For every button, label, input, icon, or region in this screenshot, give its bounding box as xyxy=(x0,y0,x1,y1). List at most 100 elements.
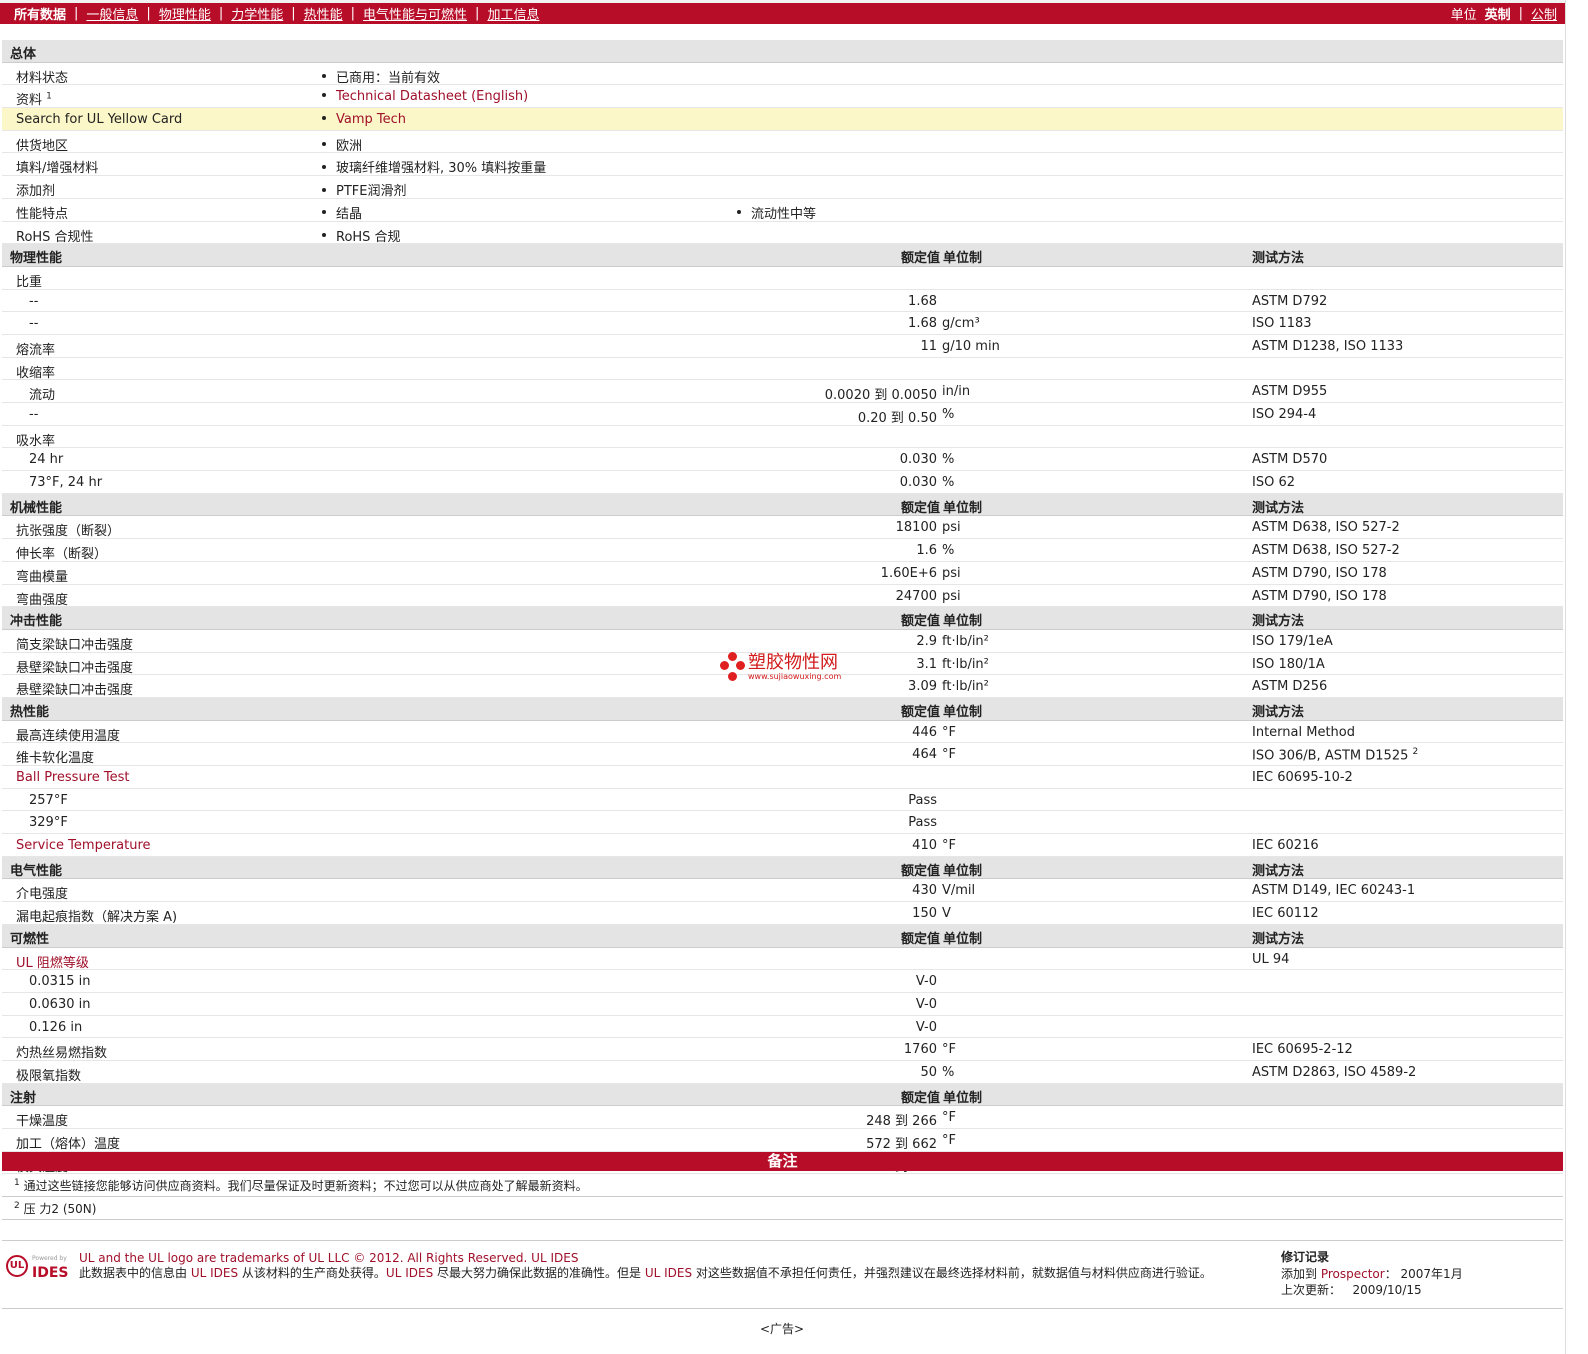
property-unit: °F xyxy=(942,747,956,763)
section-header: 注射 额定值 单位制 xyxy=(2,1083,1563,1107)
test-method: ISO 179/1eA xyxy=(1252,634,1333,649)
bullet-icon xyxy=(322,233,326,237)
value-link[interactable]: Vamp Tech xyxy=(336,112,406,127)
property-link[interactable]: Service Temperature xyxy=(16,838,151,853)
method-column-header: 测试方法 xyxy=(1252,251,1305,267)
property-label: 漏电起痕指数（解决方案 A) xyxy=(16,910,178,926)
test-method: ASTM D570 xyxy=(1252,452,1327,467)
property-unit: °F xyxy=(942,838,956,854)
table-row: RoHS 合规性 RoHS 合规 xyxy=(2,222,1563,245)
property-label: 0.0630 in xyxy=(29,996,91,1012)
test-method-text: ASTM D1238, ISO 1133 xyxy=(1252,338,1404,354)
property-unit: % xyxy=(942,452,955,468)
prospector-link[interactable]: Prospector xyxy=(1321,1267,1385,1281)
nav-item-1[interactable]: 一般信息 xyxy=(86,4,138,23)
table-row: 供货地区 欧洲 xyxy=(2,131,1563,154)
scrollbar[interactable] xyxy=(1565,0,1588,1354)
row-label: 性能特点 xyxy=(16,203,68,222)
value-text: 玻璃纤维增强材料, 30% 填料按重量 xyxy=(336,161,547,177)
method-column-header: 测试方法 xyxy=(1252,704,1305,720)
test-method: ASTM D2863, ISO 4589-2 xyxy=(1252,1065,1416,1080)
property-label: 最高连续使用温度 xyxy=(16,728,121,744)
units-metric-link[interactable]: 公制 xyxy=(1531,4,1557,23)
table-row: 维卡软化温度 464 °F ISO 306/B, ASTM D1525 2 xyxy=(2,743,1563,766)
test-method: IEC 60695-10-2 xyxy=(1252,770,1353,785)
property-label: 抗张强度（断裂） xyxy=(16,524,121,540)
test-method: ASTM D256 xyxy=(1252,679,1327,694)
test-method: ISO 1183 xyxy=(1252,316,1312,331)
bullet-value: 结晶 xyxy=(322,203,362,222)
nav-divider: | xyxy=(146,6,151,21)
footnote-ref: 1 xyxy=(46,92,52,103)
property-link[interactable]: UL 阻燃等级 xyxy=(16,952,89,971)
test-method-text: IEC 60112 xyxy=(1252,906,1319,922)
table-row: 添加剂 PTFE润滑剂 xyxy=(2,176,1563,199)
unit-column-header: 单位制 xyxy=(943,863,983,879)
test-method: ISO 294-4 xyxy=(1252,407,1316,422)
revision-history: 修订记录 添加到 Prospector： 2007年1月 上次更新： 2009/… xyxy=(1281,1250,1463,1297)
property-unit: % xyxy=(942,543,955,559)
nav-divider: | xyxy=(218,6,224,21)
property-label: 0.0315 in xyxy=(29,974,91,990)
nav-divider: | xyxy=(475,6,480,21)
test-method: IEC 60216 xyxy=(1252,838,1319,853)
property-label: 弯曲强度 xyxy=(16,592,69,608)
table-row: 漏电起痕指数（解决方案 A) 150 V IEC 60112 xyxy=(2,902,1563,925)
value-link[interactable]: Technical Datasheet (English) xyxy=(336,89,528,104)
notes-header: 备注 xyxy=(2,1152,1563,1171)
property-value: 24700 xyxy=(895,588,937,604)
method-column-header: 测试方法 xyxy=(1252,863,1305,879)
divider xyxy=(2,1240,1563,1241)
property-label: 灼热丝易燃指数 xyxy=(16,1046,108,1062)
nav-item-2[interactable]: 物理性能 xyxy=(159,4,211,23)
table-row: 干燥温度 248 到 266 °F xyxy=(2,1106,1563,1129)
table-row: 简支梁缺口冲击强度 2.9 ft·lb/in² ISO 179/1eA xyxy=(2,630,1563,653)
divider xyxy=(2,1308,1563,1309)
property-value: 1.6 xyxy=(916,543,937,559)
nav-divider: | xyxy=(74,6,79,21)
test-method: IEC 60695-2-12 xyxy=(1252,1042,1353,1057)
property-value: Pass xyxy=(908,815,937,831)
table-row: 熔流率 11 g/10 min ASTM D1238, ISO 1133 xyxy=(2,335,1563,358)
row-label: RoHS 合规性 xyxy=(16,226,94,245)
section-header: 冲击性能 额定值 单位制 测试方法 xyxy=(2,607,1563,630)
row-label-text: 供货地区 xyxy=(16,138,69,154)
nav-item-3[interactable]: 力学性能 xyxy=(231,4,283,23)
value-column-header: 额定值 xyxy=(900,1090,940,1106)
nav-item-5[interactable]: 电气性能与可燃性 xyxy=(363,4,467,23)
test-method: Internal Method xyxy=(1252,725,1355,740)
property-label: 伸长率（断裂） xyxy=(16,547,108,563)
section-header: 热性能 额定值 单位制 测试方法 xyxy=(2,697,1563,721)
property-value: 410 xyxy=(912,838,937,854)
row-label-text: 资料 xyxy=(16,93,43,109)
bullet-value: Technical Datasheet (English) xyxy=(322,89,528,104)
property-label: 简支梁缺口冲击强度 xyxy=(16,637,134,653)
property-value: 11 xyxy=(920,338,937,354)
ul-logo-icon: UL xyxy=(6,1255,28,1277)
nav-item-6[interactable]: 加工信息 xyxy=(487,4,539,23)
bullet-icon xyxy=(322,74,326,79)
table-row: 材料状态 已商用：当前有效 xyxy=(2,63,1563,86)
property-unit: V/mil xyxy=(942,883,976,899)
property-link[interactable]: Ball Pressure Test xyxy=(16,770,129,785)
row-label-text: RoHS 合规性 xyxy=(16,229,94,245)
unit-column-header: 单位制 xyxy=(943,1090,983,1106)
test-method-text: ASTM D256 xyxy=(1252,679,1328,695)
property-value: V-0 xyxy=(915,974,937,990)
row-label-text: 性能特点 xyxy=(16,206,69,222)
bullet-value: Vamp Tech xyxy=(322,112,406,127)
section-header: 物理性能 额定值 单位制 测试方法 xyxy=(2,244,1563,267)
table-row: 0.0315 in V-0 xyxy=(2,970,1563,993)
nav-item-4[interactable]: 热性能 xyxy=(304,4,343,23)
bullet-icon xyxy=(322,92,326,97)
test-method-text: ASTM D792 xyxy=(1252,293,1328,309)
datasheet-table: 总体 材料状态 已商用：当前有效 资料 1 Technical Datasheet (E… xyxy=(2,40,1563,1175)
property-value: 3.09 xyxy=(908,679,937,695)
note-1: 1 通过这些链接您能够访问供应商资料。我们尽量保证及时更新资料；不过您可以从供应… xyxy=(14,1178,588,1193)
table-row: 弯曲强度 24700 psi ASTM D790, ISO 178 xyxy=(2,585,1563,608)
top-nav-bar: 所有数据 | 一般信息 | 物理性能 | 力学性能 | 热性能 | 电气性能与可燃性 | 加工信息 单位… xyxy=(0,0,1565,24)
ul-ides-link[interactable]: UL IDES xyxy=(531,1251,578,1265)
footer-disclaimer: UL and the UL logo are trademarks of UL … xyxy=(79,1251,1212,1280)
nav-item-0[interactable]: 所有数据 xyxy=(14,4,66,23)
test-method-text: ISO 180/1A xyxy=(1252,656,1325,672)
